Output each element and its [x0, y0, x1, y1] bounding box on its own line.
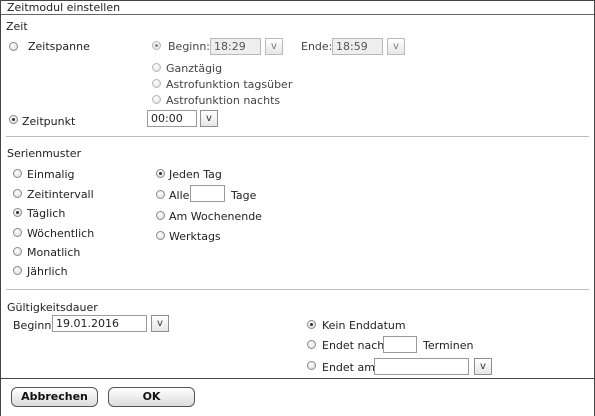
ok-button[interactable]: OK [108, 387, 195, 407]
radio-zeitpunkt[interactable] [9, 115, 18, 124]
label-jaehrlich: Jährlich [27, 265, 68, 278]
divider-zeit [6, 136, 589, 137]
label-astro-nacht: Astrofunktion nachts [166, 94, 281, 107]
label-endet-am: Endet am [322, 361, 375, 374]
radio-zeitintervall[interactable] [13, 189, 22, 198]
label-endet-nach: Endet nach [322, 339, 385, 352]
section-label-gueltigkeit: Gültigkeitsdauer [7, 301, 98, 314]
section-label-zeit: Zeit [6, 20, 28, 33]
radio-ganztaegig[interactable] [152, 63, 161, 72]
dialog-zeitmodul: Zeitmodul einstellen Zeit Zeitspanne Beg… [0, 0, 595, 416]
label-ende: Ende: [301, 40, 333, 53]
label-alle: Alle [169, 189, 190, 202]
endet-nach-input[interactable] [383, 336, 417, 353]
radio-jeden-tag[interactable] [156, 169, 165, 178]
label-wochenende: Am Wochenende [169, 210, 262, 223]
radio-alle-tage[interactable] [156, 190, 165, 199]
beginn-date-field[interactable]: 19.01.2016 [52, 315, 147, 332]
radio-taeglich[interactable] [13, 208, 22, 217]
label-ganztaegig: Ganztägig [166, 62, 223, 75]
beginn-date-dropdown-button[interactable]: v [151, 315, 169, 332]
radio-jaehrlich[interactable] [13, 266, 22, 275]
radio-werktags[interactable] [156, 231, 165, 240]
section-label-serienmuster: Serienmuster [7, 147, 82, 160]
zeitpunkt-time-field[interactable]: 00:00 [147, 110, 197, 127]
endet-am-date-field[interactable] [374, 358, 469, 375]
label-kein-enddatum: Kein Enddatum [322, 319, 406, 332]
label-zeitintervall: Zeitintervall [27, 188, 94, 201]
dialog-title: Zeitmodul einstellen [1, 1, 594, 15]
label-werktags: Werktags [169, 230, 221, 243]
radio-zeitspanne[interactable] [9, 42, 18, 51]
cancel-button[interactable]: Abbrechen [11, 387, 98, 407]
divider-serienmuster [6, 289, 589, 290]
ende-dropdown-button[interactable]: v [387, 38, 405, 55]
label-monatlich: Monatlich [27, 246, 81, 259]
ende-time-field[interactable]: 18:59 [332, 38, 383, 55]
label-woechentlich: Wöchentlich [27, 227, 95, 240]
radio-monatlich[interactable] [13, 247, 22, 256]
label-terminen: Terminen [423, 339, 474, 352]
radio-kein-enddatum[interactable] [307, 320, 316, 329]
label-tage: Tage [231, 189, 257, 202]
radio-endet-am[interactable] [307, 361, 316, 370]
label-beginn-datum: Beginn [13, 319, 52, 332]
radio-astro-tag[interactable] [152, 79, 161, 88]
radio-endet-nach[interactable] [307, 340, 316, 349]
label-astro-tag: Astrofunktion tagsüber [166, 78, 293, 91]
endet-am-dropdown-button[interactable]: v [474, 358, 492, 375]
radio-beginn-ende[interactable] [152, 41, 161, 50]
radio-astro-nacht[interactable] [152, 95, 161, 104]
beginn-dropdown-button[interactable]: v [265, 38, 283, 55]
label-zeitspanne: Zeitspanne [28, 40, 90, 53]
label-jeden-tag: Jeden Tag [169, 168, 222, 181]
zeitpunkt-dropdown-button[interactable]: v [200, 110, 218, 127]
radio-einmalig[interactable] [13, 169, 22, 178]
label-beginn: Beginn: [168, 40, 211, 53]
alle-tage-input[interactable] [190, 185, 225, 202]
radio-woechentlich[interactable] [13, 228, 22, 237]
label-taeglich: Täglich [27, 207, 66, 220]
radio-wochenende[interactable] [156, 211, 165, 220]
label-zeitpunkt: Zeitpunkt [22, 115, 76, 128]
label-einmalig: Einmalig [27, 168, 75, 181]
beginn-time-field[interactable]: 18:29 [210, 38, 261, 55]
